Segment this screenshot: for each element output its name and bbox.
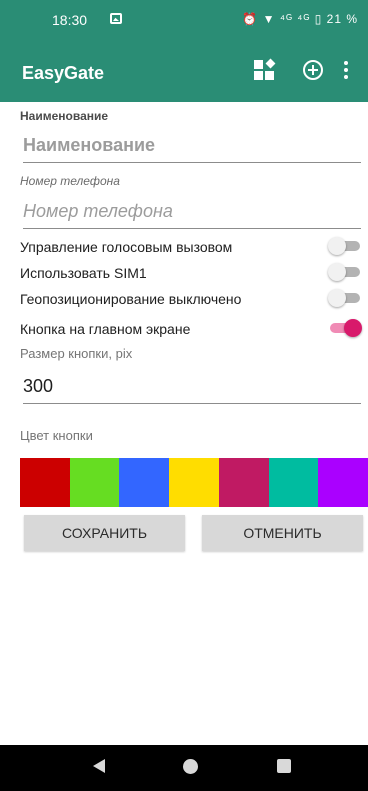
voice-call-switch[interactable] — [328, 237, 362, 255]
home-screen-button-switch[interactable] — [328, 319, 362, 337]
name-input[interactable] — [23, 135, 361, 163]
status-bar: 18:30 ⏰ ▼ ⁴ᴳ ⁴ᴳ ▯ 21 % — [0, 0, 368, 40]
color-label: Цвет кнопки — [20, 428, 93, 443]
geolocation-switch[interactable] — [328, 289, 362, 307]
phone-input[interactable] — [23, 201, 361, 229]
geolocation-label: Геопозиционирование выключено — [20, 291, 242, 307]
home-screen-button-label: Кнопка на главном экране — [20, 321, 191, 337]
color-swatch-green[interactable] — [69, 458, 120, 507]
sim1-label: Использовать SIM1 — [20, 265, 147, 281]
phone-label: Номер телефона — [20, 174, 120, 188]
home-screen-button-toggle-row[interactable]: Кнопка на главном экране — [20, 317, 362, 341]
home-icon[interactable] — [183, 759, 198, 774]
gallery-notification-icon — [110, 13, 122, 24]
color-swatch-purple[interactable] — [318, 458, 368, 507]
app-title: EasyGate — [22, 63, 105, 83]
navigation-bar — [0, 745, 368, 791]
cancel-button[interactable]: ОТМЕНИТЬ — [202, 515, 363, 551]
back-icon[interactable] — [93, 759, 105, 773]
save-button[interactable]: СОХРАНИТЬ — [24, 515, 185, 551]
button-size-input[interactable] — [23, 376, 361, 404]
color-swatch-magenta[interactable] — [218, 458, 269, 507]
size-label: Размер кнопки, pix — [20, 346, 133, 361]
sim1-toggle-row[interactable]: Использовать SIM1 — [20, 261, 362, 285]
color-swatch-teal[interactable] — [268, 458, 319, 507]
sim1-switch[interactable] — [328, 263, 362, 281]
more-vertical-icon[interactable] — [340, 58, 352, 82]
voice-call-toggle-row[interactable]: Управление голосовым вызовом — [20, 235, 362, 259]
app-bar: EasyGate — [0, 40, 368, 102]
voice-call-label: Управление голосовым вызовом — [20, 239, 233, 255]
color-swatch-blue[interactable] — [119, 458, 170, 507]
geolocation-toggle-row[interactable]: Геопозиционирование выключено — [20, 287, 362, 311]
add-circle-icon[interactable] — [301, 58, 325, 82]
status-time: 18:30 — [52, 12, 88, 28]
recent-apps-icon[interactable] — [277, 759, 291, 773]
dashboard-icon[interactable] — [252, 58, 276, 82]
name-label: Наименование — [20, 109, 109, 123]
color-swatch-red[interactable] — [20, 458, 70, 507]
color-palette — [20, 458, 368, 507]
status-icons: ⏰ ▼ ⁴ᴳ ⁴ᴳ ▯ 21 % — [242, 12, 358, 26]
color-swatch-yellow[interactable] — [169, 458, 219, 507]
